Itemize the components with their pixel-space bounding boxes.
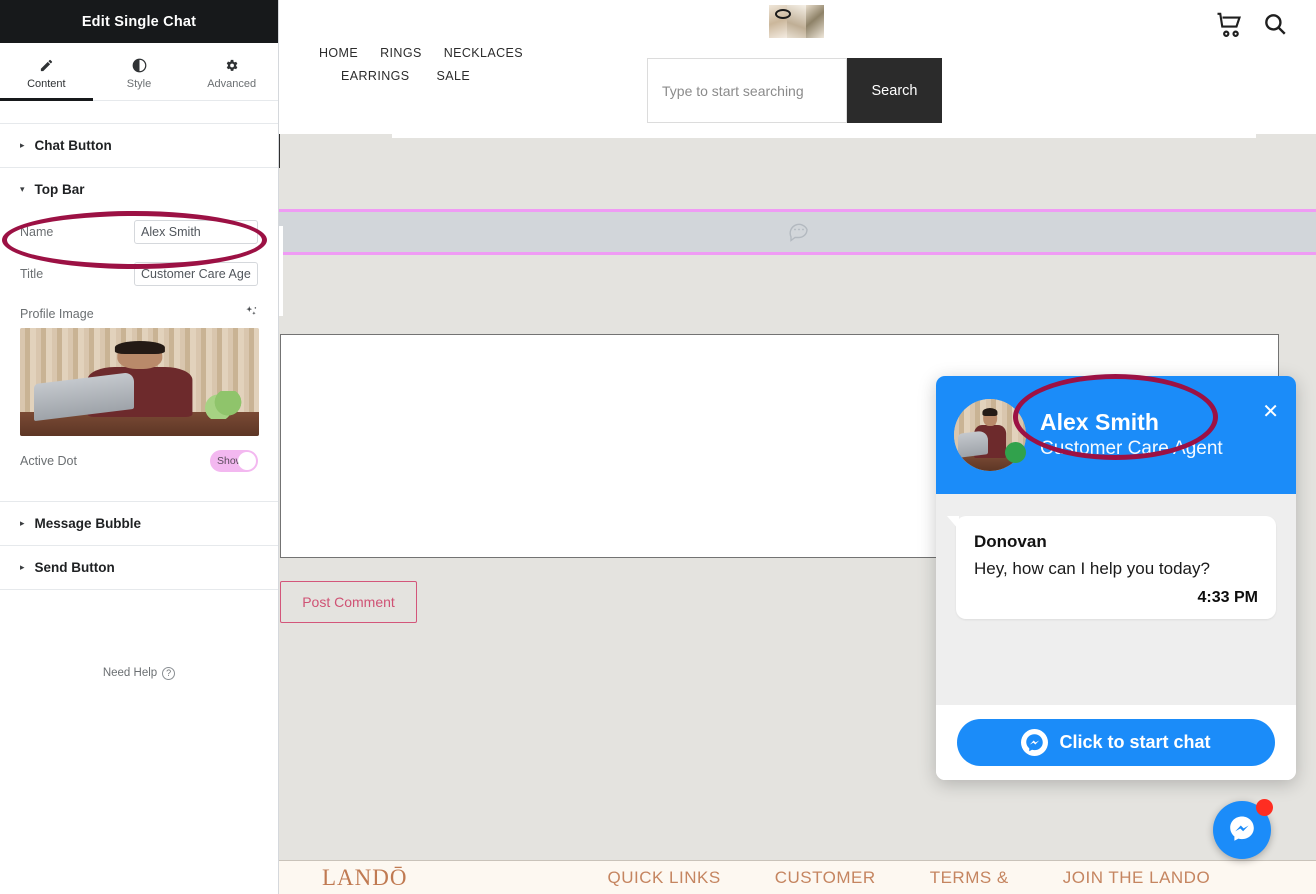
chevron-right-icon: ▸ [20, 519, 25, 528]
panel-header: Edit Single Chat [0, 0, 278, 43]
tab-style-label: Style [127, 78, 151, 90]
editor-panel: Edit Single Chat Content Style Advanced [0, 0, 279, 894]
need-help-area: Need Help ? [0, 590, 278, 681]
message-bubble: Donovan Hey, how can I help you today? 4… [956, 516, 1276, 619]
panel-tabs: Content Style Advanced [0, 43, 278, 101]
active-status-dot [1005, 442, 1026, 463]
title-label: Title [20, 267, 43, 281]
need-help-link[interactable]: Need Help ? [103, 667, 175, 680]
toggle-knob [238, 452, 256, 470]
footer-link-quick-links[interactable]: QUICK LINKS [608, 868, 721, 888]
chat-bubble-dots-icon [786, 218, 810, 247]
messenger-icon [1224, 810, 1260, 851]
tab-content-label: Content [27, 78, 66, 90]
chat-widget-topbar: Alex Smith Customer Care Agent ✕ [936, 376, 1296, 494]
footer-link-customer[interactable]: CUSTOMER [775, 868, 876, 888]
nav-link-home[interactable]: HOME [319, 46, 358, 60]
site-nav: HOME RINGS NECKLACES EARRINGS SALE [319, 44, 619, 90]
chevron-right-icon: ▸ [20, 141, 25, 150]
chat-widget-footer: Click to start chat [936, 705, 1296, 780]
panel-spacer-2 [0, 490, 278, 502]
message-timestamp: 4:33 PM [974, 589, 1258, 607]
contrast-icon [132, 57, 147, 73]
chevron-right-icon: ▸ [20, 563, 25, 572]
nav-link-rings[interactable]: RINGS [380, 46, 422, 60]
message-text: Hey, how can I help you today? [974, 558, 1258, 580]
pencil-icon [39, 57, 54, 73]
footer-inner: LANDŌ QUICK LINKS CUSTOMER TERMS & JOIN … [279, 861, 1316, 894]
close-icon[interactable]: ✕ [1262, 402, 1279, 422]
page-title: Edit Single Chat [82, 14, 196, 30]
need-help-label: Need Help [103, 667, 157, 679]
site-footer: LANDŌ QUICK LINKS CUSTOMER TERMS & JOIN … [279, 860, 1316, 894]
chat-message-area: Donovan Hey, how can I help you today? 4… [936, 494, 1296, 705]
chat-agent-name: Alex Smith [1040, 408, 1223, 437]
name-input[interactable] [134, 220, 258, 244]
tab-style[interactable]: Style [93, 43, 186, 100]
avatar [954, 399, 1026, 471]
message-sender: Donovan [974, 532, 1258, 552]
nav-row-2: EARRINGS SALE [319, 67, 619, 90]
messenger-icon [1021, 729, 1048, 756]
tab-advanced[interactable]: Advanced [185, 43, 278, 100]
active-dot-label: Active Dot [20, 454, 77, 468]
footer-logo[interactable]: LANDŌ [322, 865, 408, 891]
section-send-button[interactable]: ▸ Send Button [0, 546, 278, 590]
title-input[interactable] [134, 262, 258, 286]
notification-badge [1256, 799, 1273, 816]
footer-links: QUICK LINKS CUSTOMER TERMS & JOIN THE LA… [608, 868, 1211, 888]
post-comment-button[interactable]: Post Comment [280, 581, 417, 623]
search-form: Search [647, 58, 942, 123]
chat-identity: Alex Smith Customer Care Agent [1040, 408, 1223, 461]
name-label: Name [20, 225, 53, 239]
promo-band [279, 209, 1316, 255]
top-bar-controls: Name Title Profile Image [0, 211, 278, 490]
shopping-cart-icon[interactable] [1214, 10, 1246, 45]
active-dot-toggle[interactable]: Show [210, 450, 258, 472]
control-title: Title [20, 253, 258, 295]
agent-photo [20, 328, 259, 436]
tab-advanced-label: Advanced [207, 78, 256, 90]
panel-spacer [0, 101, 278, 124]
question-circle-icon: ? [162, 667, 175, 680]
section-message-bubble[interactable]: ▸ Message Bubble [0, 502, 278, 546]
profile-image-preview[interactable] [20, 328, 259, 436]
section-chat-button[interactable]: ▸ Chat Button [0, 124, 278, 168]
start-chat-label: Click to start chat [1059, 732, 1210, 753]
search-input[interactable] [647, 58, 847, 123]
control-active-dot: Active Dot Show [20, 436, 258, 490]
section-send-button-label: Send Button [35, 560, 115, 575]
footer-link-terms[interactable]: TERMS & [930, 868, 1009, 888]
site-header: HOME RINGS NECKLACES EARRINGS SALE Searc… [279, 0, 1316, 134]
chevron-down-icon: ▾ [20, 185, 25, 194]
search-icon[interactable] [1262, 11, 1288, 42]
sparkle-ai-icon[interactable] [244, 305, 258, 322]
section-top-bar-label: Top Bar [35, 182, 85, 197]
tab-content[interactable]: Content [0, 43, 93, 100]
messenger-launcher-button[interactable] [1213, 801, 1271, 859]
nav-link-sale[interactable]: SALE [437, 69, 471, 83]
control-profile-image: Profile Image [20, 295, 258, 328]
content-top-strip [392, 134, 1256, 138]
start-chat-button[interactable]: Click to start chat [957, 719, 1275, 766]
gear-icon [224, 57, 239, 73]
jewelry-collage-logo[interactable] [769, 5, 824, 38]
section-message-bubble-label: Message Bubble [35, 516, 142, 531]
footer-link-join[interactable]: JOIN THE LANDO [1063, 868, 1210, 888]
control-name: Name [20, 211, 258, 253]
search-button[interactable]: Search [847, 58, 942, 123]
chat-widget: Alex Smith Customer Care Agent ✕ Donovan… [936, 376, 1296, 780]
chat-agent-title: Customer Care Agent [1040, 437, 1223, 462]
section-chat-button-label: Chat Button [35, 138, 112, 153]
profile-image-label: Profile Image [20, 307, 94, 321]
nav-link-necklaces[interactable]: NECKLACES [444, 46, 523, 60]
nav-row-1: HOME RINGS NECKLACES [319, 44, 619, 67]
nav-link-earrings[interactable]: EARRINGS [341, 69, 410, 83]
section-top-bar[interactable]: ▾ Top Bar [0, 168, 278, 211]
